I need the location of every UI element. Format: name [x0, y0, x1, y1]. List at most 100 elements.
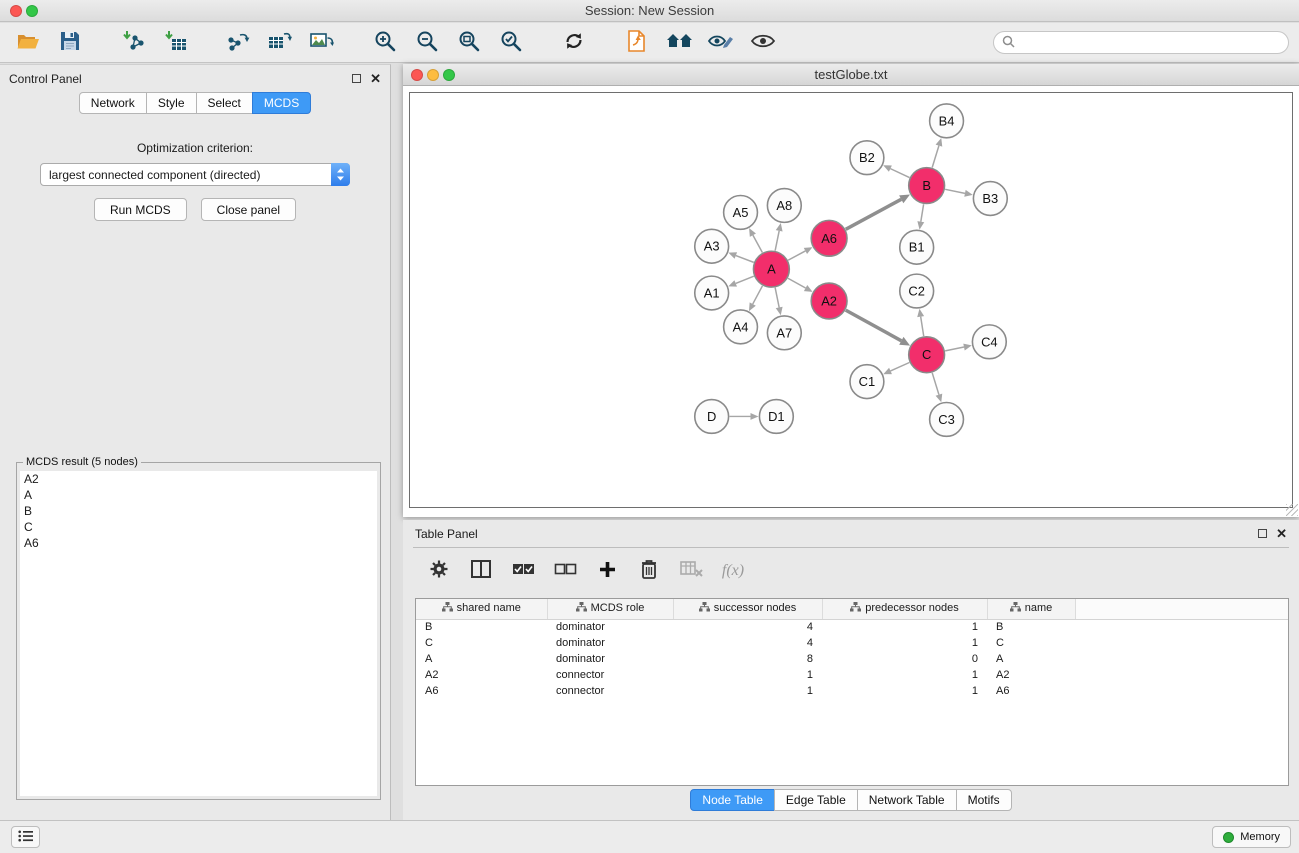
- network-edge-B-B4[interactable]: [932, 146, 939, 168]
- column-header-name[interactable]: name: [987, 599, 1075, 619]
- import-table-button[interactable]: [157, 27, 193, 59]
- cell-successor-nodes: 8: [673, 651, 822, 667]
- network-edge-C-C1[interactable]: [891, 362, 910, 370]
- search-input[interactable]: [1020, 36, 1280, 50]
- column-header-successor-nodes[interactable]: successor nodes: [673, 599, 822, 619]
- network-canvas-svg[interactable]: B4B2BB3A5A8A6A3B1AC2A1A2A4A7C4CC1DD1C3: [410, 93, 1292, 507]
- tab-mcds[interactable]: MCDS: [252, 92, 311, 114]
- cell-shared-name: C: [416, 635, 547, 651]
- column-tree-icon: [699, 602, 710, 615]
- network-edge-A6-B[interactable]: [846, 199, 902, 229]
- float-panel-icon[interactable]: [352, 74, 361, 83]
- add-column-button[interactable]: [593, 556, 621, 586]
- close-panel-icon[interactable]: ✕: [370, 72, 381, 85]
- cell-shared-name: A: [416, 651, 547, 667]
- mcds-result-item[interactable]: A: [20, 487, 377, 503]
- network-edge-C-C4[interactable]: [945, 347, 964, 351]
- show-columns-button[interactable]: [467, 556, 495, 586]
- tab-node-table[interactable]: Node Table: [690, 789, 775, 811]
- delete-column-button[interactable]: [635, 556, 663, 586]
- network-edge-A-A6[interactable]: [788, 251, 805, 260]
- document-export-button[interactable]: [619, 27, 655, 59]
- save-session-button[interactable]: [52, 27, 88, 59]
- tab-network[interactable]: Network: [79, 92, 147, 114]
- mcds-result-item[interactable]: A6: [20, 535, 377, 551]
- close-window-button[interactable]: [10, 5, 22, 17]
- export-network-button[interactable]: [220, 27, 256, 59]
- table-row-A6[interactable]: A6connector11A6: [416, 683, 1288, 699]
- column-tree-icon: [442, 602, 453, 615]
- network-window-title: testGlobe.txt: [815, 67, 888, 82]
- tab-edge-table[interactable]: Edge Table: [774, 789, 858, 811]
- network-edge-C-C3[interactable]: [932, 373, 939, 395]
- open-session-button[interactable]: [10, 27, 46, 59]
- search-field[interactable]: [993, 31, 1289, 54]
- network-edge-B-B2[interactable]: [890, 169, 909, 178]
- show-details-button[interactable]: [745, 27, 781, 59]
- function-builder-button[interactable]: f(x): [719, 556, 747, 586]
- network-minimize-button[interactable]: [427, 69, 439, 81]
- cell-successor-nodes: 4: [673, 635, 822, 651]
- network-edge-A-A4[interactable]: [753, 286, 763, 304]
- tab-network-table[interactable]: Network Table: [857, 789, 957, 811]
- table-settings-button[interactable]: [425, 556, 453, 586]
- import-network-icon: [121, 30, 145, 55]
- zoom-in-button[interactable]: [367, 27, 403, 59]
- column-header-predecessor-nodes[interactable]: predecessor nodes: [822, 599, 987, 619]
- node-label-B3: B3: [982, 191, 998, 206]
- refresh-layout-button[interactable]: [556, 27, 592, 59]
- cell-successor-nodes: 1: [673, 667, 822, 683]
- network-close-button[interactable]: [411, 69, 423, 81]
- network-canvas[interactable]: B4B2BB3A5A8A6A3B1AC2A1A2A4A7C4CC1DD1C3: [409, 92, 1293, 508]
- resize-grip[interactable]: [1286, 504, 1298, 516]
- criterion-dropdown[interactable]: largest connected component (directed): [40, 163, 350, 186]
- zoom-selected-button[interactable]: [493, 27, 529, 59]
- tab-select[interactable]: Select: [196, 92, 253, 114]
- network-edge-A-A7[interactable]: [775, 288, 779, 308]
- mcds-result-item[interactable]: C: [20, 519, 377, 535]
- mcds-result-item[interactable]: B: [20, 503, 377, 519]
- import-network-button[interactable]: [115, 27, 151, 59]
- network-edge-A-A8[interactable]: [775, 231, 779, 251]
- network-edge-A-A3[interactable]: [736, 256, 754, 263]
- mcds-result-item[interactable]: A2: [20, 471, 377, 487]
- network-edge-B-B1[interactable]: [921, 204, 924, 221]
- memory-button[interactable]: Memory: [1212, 826, 1291, 848]
- tab-style[interactable]: Style: [146, 92, 197, 114]
- select-all-button[interactable]: [509, 556, 537, 586]
- app-titlebar: Session: New Session: [0, 0, 1299, 22]
- cell-MCDS-role: connector: [547, 667, 673, 683]
- network-edge-A2-C[interactable]: [846, 310, 902, 341]
- network-edge-B-B3[interactable]: [945, 189, 965, 193]
- export-table-button[interactable]: [262, 27, 298, 59]
- zoom-fit-button[interactable]: [451, 27, 487, 59]
- table-row-C[interactable]: Cdominator41C: [416, 635, 1288, 651]
- network-edge-C-C2[interactable]: [921, 317, 924, 336]
- task-history-button[interactable]: [11, 826, 40, 848]
- import-table-icon: [163, 30, 187, 55]
- column-header-shared-name[interactable]: shared name: [416, 599, 547, 619]
- table-row-A[interactable]: Adominator80A: [416, 651, 1288, 667]
- network-zoom-button[interactable]: [443, 69, 455, 81]
- home-views-button[interactable]: [661, 27, 697, 59]
- network-edge-A-A1[interactable]: [736, 276, 754, 283]
- deselect-all-button[interactable]: [551, 556, 579, 586]
- table-row-A2[interactable]: A2connector11A2: [416, 667, 1288, 683]
- annotate-view-button[interactable]: [703, 27, 739, 59]
- network-edge-A-A2[interactable]: [788, 278, 806, 288]
- close-panel-button[interactable]: Close panel: [201, 198, 296, 221]
- float-table-panel-icon[interactable]: [1258, 529, 1267, 538]
- table-row-B[interactable]: Bdominator41B: [416, 619, 1288, 635]
- column-header-MCDS-role[interactable]: MCDS role: [547, 599, 673, 619]
- export-image-button[interactable]: [304, 27, 340, 59]
- tab-motifs[interactable]: Motifs: [956, 789, 1012, 811]
- close-table-panel-icon[interactable]: ✕: [1276, 527, 1287, 540]
- run-mcds-button[interactable]: Run MCDS: [94, 198, 187, 221]
- zoom-out-button[interactable]: [409, 27, 445, 59]
- network-edge-A-A5[interactable]: [753, 235, 762, 252]
- delete-table-button[interactable]: [677, 556, 705, 586]
- zoom-fit-magnifier-icon: [458, 30, 480, 55]
- zoom-window-button[interactable]: [26, 5, 38, 17]
- cell-name: C: [987, 635, 1075, 651]
- mcds-result-list[interactable]: A2ABCA6: [20, 471, 377, 796]
